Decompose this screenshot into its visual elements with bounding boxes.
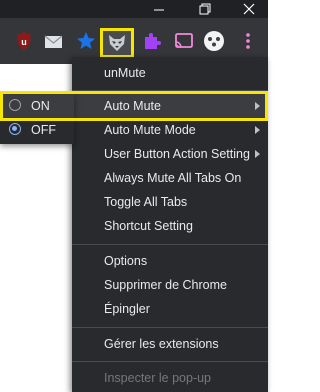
menu-item-toggle-all-tabs[interactable]: Toggle All Tabs [72, 190, 268, 214]
extensions-puzzle-button[interactable] [140, 29, 164, 53]
menu-item-remove-from-chrome[interactable]: Supprimer de Chrome [72, 273, 268, 297]
menu-item-label: Auto Mute [104, 99, 161, 113]
radio-unchecked-icon [9, 99, 21, 111]
minimize-icon [154, 9, 164, 11]
submenu-arrow-icon [255, 102, 260, 110]
close-button[interactable] [226, 0, 270, 18]
minimize-button[interactable] [136, 0, 180, 18]
submenu-option-on[interactable]: ON [0, 94, 74, 118]
menu-item-label: User Button Action Setting [104, 147, 250, 161]
submenu-option-label: OFF [31, 123, 56, 137]
ublock-button[interactable]: u [12, 29, 36, 53]
submenu-option-label: ON [31, 99, 50, 113]
menu-item-pin[interactable]: Épingler [72, 297, 268, 321]
profile-avatar-button[interactable] [202, 29, 226, 53]
puzzle-extensions-icon [145, 33, 161, 49]
menu-separator [72, 361, 268, 362]
star-extension-icon [77, 32, 95, 49]
menu-item-inspect-popup: Inspecter le pop-up [104, 371, 212, 385]
mail-icon [44, 35, 63, 48]
browser-window: u unMute Auto Mute Auto Mute Mode User B… [0, 0, 268, 392]
unmute-extension-icon [109, 35, 125, 51]
submenu-option-off[interactable]: OFF [0, 118, 74, 142]
mail-button[interactable] [42, 29, 66, 53]
more-menu-icon [246, 33, 250, 49]
ublock-icon: u [17, 32, 31, 50]
maximize-button[interactable] [182, 0, 226, 18]
maximize-icon [199, 3, 211, 15]
menu-item-user-button-action[interactable]: User Button Action Setting [72, 142, 268, 166]
auto-mute-submenu: ON OFF [0, 94, 74, 144]
menu-separator [72, 327, 268, 328]
extension-context-menu: unMute Auto Mute Auto Mute Mode User But… [72, 57, 268, 392]
cast-button[interactable] [172, 29, 196, 53]
menu-item-auto-mute-mode[interactable]: Auto Mute Mode [72, 118, 268, 142]
menu-item-always-mute[interactable]: Always Mute All Tabs On [72, 166, 268, 190]
title-bar [0, 0, 268, 18]
radio-checked-icon [9, 123, 21, 135]
menu-item-shortcut-setting[interactable]: Shortcut Setting [72, 214, 268, 238]
menu-separator [72, 90, 268, 91]
menu-item-manage-extensions[interactable]: Gérer les extensions [72, 332, 268, 356]
star-extension-button[interactable] [74, 29, 98, 53]
close-icon [243, 3, 255, 15]
svg-text:u: u [21, 37, 27, 47]
menu-separator [72, 244, 268, 245]
profile-avatar-icon [204, 31, 224, 51]
cast-icon [175, 33, 193, 48]
submenu-arrow-icon [255, 150, 260, 158]
submenu-arrow-icon [255, 126, 260, 134]
extension-highlight-frame [100, 28, 134, 58]
menu-item-label: Auto Mute Mode [104, 123, 196, 137]
more-menu-button[interactable] [236, 29, 260, 53]
menu-item-auto-mute[interactable]: Auto Mute [72, 94, 268, 118]
menu-item-options[interactable]: Options [72, 249, 268, 273]
menu-extension-title[interactable]: unMute [72, 61, 268, 85]
